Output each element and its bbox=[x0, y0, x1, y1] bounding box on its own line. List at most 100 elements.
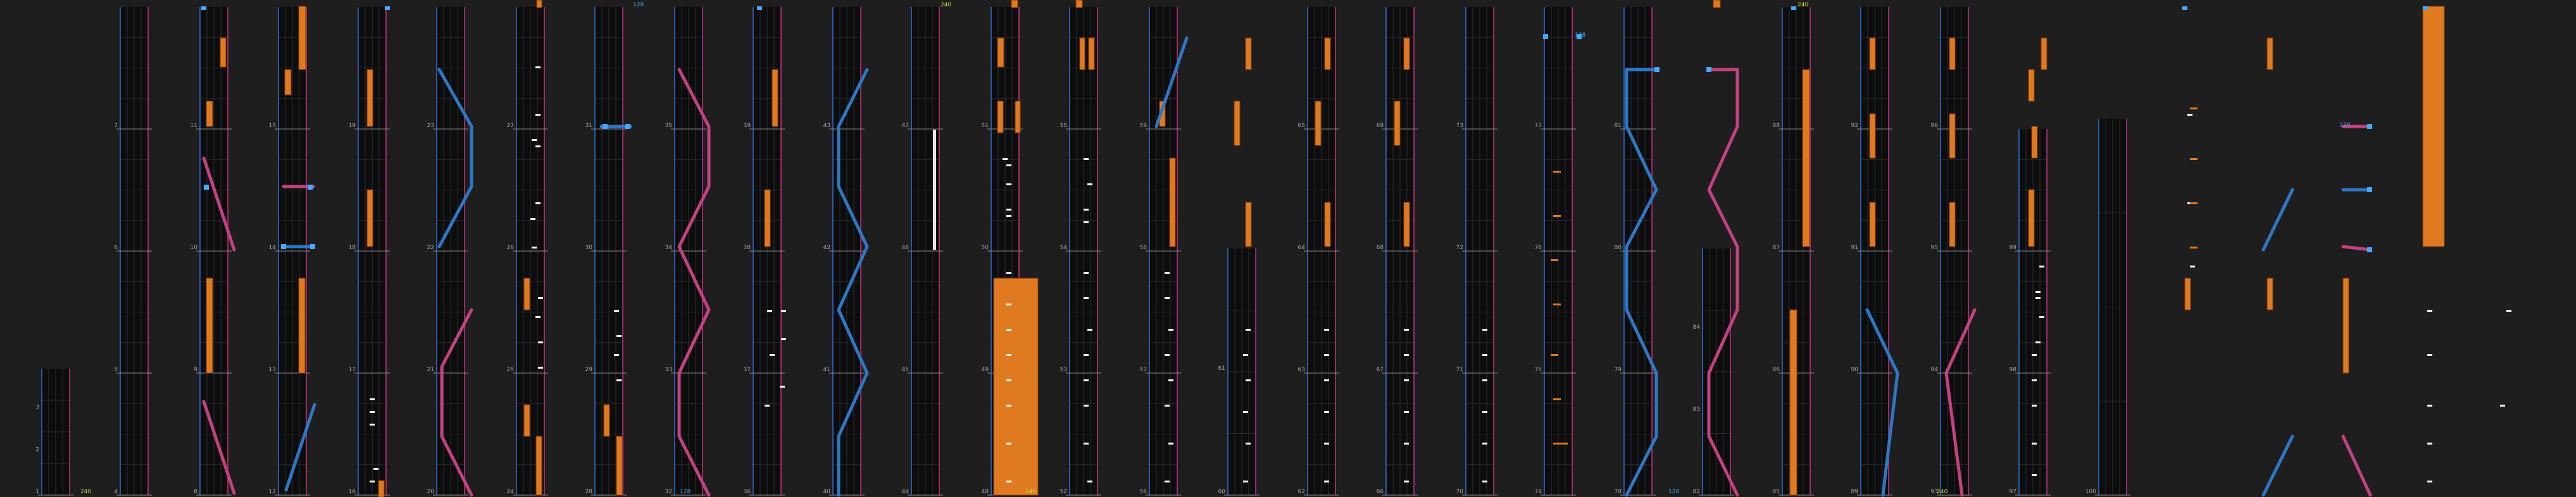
tap-note bbox=[1404, 411, 1409, 413]
tap-note bbox=[538, 341, 543, 343]
tap-note bbox=[1165, 297, 1170, 299]
tap-note bbox=[1084, 221, 1089, 223]
slide-head bbox=[308, 185, 313, 190]
measure-number: 42 bbox=[823, 245, 830, 251]
tap-note bbox=[2500, 405, 2505, 407]
measure-number: 6 bbox=[114, 245, 118, 251]
tap-note bbox=[1404, 443, 1409, 445]
hold-note bbox=[2422, 6, 2445, 247]
tap-note bbox=[2032, 354, 2037, 356]
measure-number: 21 bbox=[427, 367, 434, 373]
slide-path bbox=[2261, 188, 2294, 252]
slide-head bbox=[281, 244, 286, 249]
hold-note bbox=[1075, 0, 1083, 8]
measure-number: 86 bbox=[1773, 367, 1780, 373]
small-hold-mark bbox=[1551, 259, 1558, 261]
tap-note bbox=[2190, 266, 2195, 267]
tap-note bbox=[1165, 272, 1170, 274]
tap-note bbox=[370, 411, 375, 413]
hold-note bbox=[2028, 69, 2035, 102]
measure-number: 1 bbox=[35, 489, 39, 495]
measure-number: 67 bbox=[1377, 367, 1384, 373]
slide-head bbox=[2367, 247, 2372, 252]
measure-number: 12 bbox=[269, 489, 276, 495]
measure-number: 84 bbox=[1693, 324, 1701, 331]
hold-note bbox=[378, 480, 385, 497]
measure-number: 23 bbox=[427, 123, 434, 129]
hold-note bbox=[1324, 37, 1331, 70]
tap-note bbox=[1084, 158, 1089, 160]
tap-note bbox=[1084, 443, 1089, 445]
small-hold-mark bbox=[1553, 215, 1561, 217]
measure-number: 39 bbox=[744, 123, 751, 129]
tap-note bbox=[1006, 481, 1011, 482]
hold-note bbox=[206, 278, 213, 374]
hold-note bbox=[1011, 0, 1018, 8]
tap-note bbox=[1482, 411, 1487, 413]
measure-number: 68 bbox=[1377, 245, 1384, 251]
measure-number: 27 bbox=[507, 123, 514, 129]
tap-note bbox=[780, 386, 785, 388]
tap-note bbox=[2035, 341, 2041, 343]
slide-head bbox=[1706, 67, 1711, 72]
tap-note bbox=[1084, 272, 1089, 274]
measure-number: 43 bbox=[823, 123, 830, 129]
tap-note bbox=[1168, 443, 1173, 445]
hold-note bbox=[1789, 309, 1798, 496]
hold-note bbox=[1324, 202, 1331, 247]
measure-number: 22 bbox=[427, 245, 434, 251]
small-hold-mark bbox=[2190, 158, 2198, 160]
slide-path bbox=[2341, 434, 2372, 497]
hold-note bbox=[1949, 113, 1956, 159]
slide-path bbox=[2261, 434, 2294, 497]
small-hold-mark bbox=[1553, 171, 1561, 173]
tap-note bbox=[2032, 474, 2037, 476]
hold-note bbox=[2184, 278, 2191, 310]
measure-number: 90 bbox=[1851, 367, 1859, 373]
measure-number: 59 bbox=[1140, 123, 1147, 129]
measure-number: 47 bbox=[902, 123, 909, 129]
measure-number: 62 bbox=[1298, 489, 1305, 495]
hold-note bbox=[2342, 278, 2349, 374]
measure-number: 56 bbox=[1140, 489, 1147, 495]
bpm-marker: 240 bbox=[1798, 2, 1808, 8]
small-hold-mark bbox=[1560, 443, 1568, 445]
measure-number: 2 bbox=[35, 446, 39, 453]
tap-note bbox=[538, 367, 543, 369]
tap-note bbox=[1482, 354, 1487, 356]
measure-number: 91 bbox=[1851, 245, 1858, 251]
hold-note bbox=[1869, 37, 1876, 70]
hold-note bbox=[1245, 202, 1252, 247]
measure-number: 61 bbox=[1218, 365, 1225, 372]
measure-number: 16 bbox=[349, 489, 356, 495]
tap-note bbox=[532, 247, 537, 248]
hold-note bbox=[536, 0, 542, 8]
tap-note bbox=[2427, 405, 2432, 407]
tap-note bbox=[1006, 183, 1011, 185]
tap-note bbox=[1246, 443, 1251, 445]
measure-number: 81 bbox=[1615, 123, 1622, 129]
measure-number: 58 bbox=[1140, 245, 1147, 251]
measure-number: 19 bbox=[349, 123, 356, 129]
tap-note bbox=[1404, 354, 1409, 356]
tap-note bbox=[1404, 481, 1409, 482]
tap-note bbox=[1006, 405, 1011, 407]
small-hold-mark bbox=[1553, 443, 1561, 445]
measure-number: 74 bbox=[1535, 489, 1542, 495]
measure-number: 100 bbox=[2085, 489, 2096, 495]
cap-marker bbox=[757, 6, 762, 10]
hold-note bbox=[2267, 278, 2273, 310]
small-hold-mark bbox=[2190, 247, 2198, 248]
tap-note bbox=[2427, 310, 2432, 312]
tap-note bbox=[1243, 481, 1248, 482]
hold-note bbox=[284, 69, 292, 95]
measure-number: 20 bbox=[427, 489, 435, 495]
chart-timeline-canvas[interactable]: 1234567891011121314151617181920212223242… bbox=[0, 0, 2576, 497]
slide-head bbox=[2367, 124, 2372, 129]
measure-number: 8 bbox=[194, 489, 197, 495]
measure-number: 60 bbox=[1218, 489, 1226, 495]
cap-marker bbox=[2182, 6, 2187, 10]
tap-note bbox=[1243, 354, 1248, 356]
tap-note bbox=[1006, 329, 1011, 331]
measure-number: 11 bbox=[191, 123, 197, 129]
